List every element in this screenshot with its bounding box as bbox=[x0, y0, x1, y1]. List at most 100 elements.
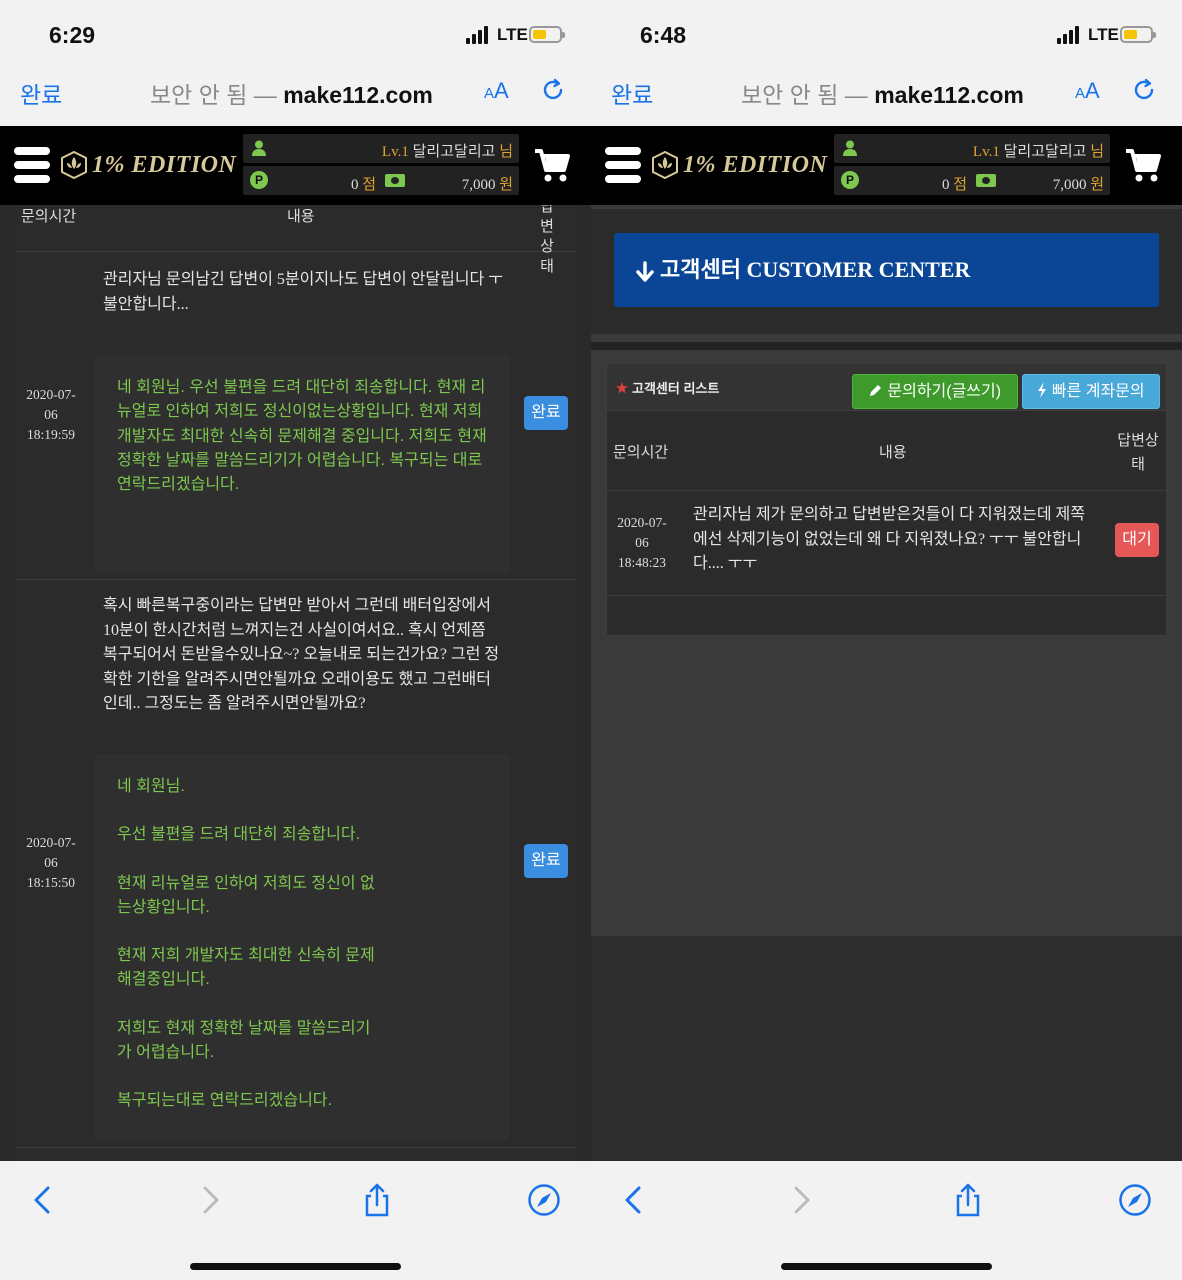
fleur-emblem-icon bbox=[61, 151, 87, 179]
user-level: Lv.1 bbox=[972, 144, 1000, 160]
admin-reply: 네 회원님. 우선 불편을 드려 대단히 죄송합니다. 현재 리뉴얼로 인하여 … bbox=[95, 754, 509, 1140]
menu-icon[interactable] bbox=[605, 147, 641, 183]
user-info-box: Lv.1 달리고달리고 님 P 0 점 7,000 원 bbox=[834, 134, 1110, 198]
write-inquiry-label: 문의하기(글쓰기) bbox=[887, 383, 1002, 400]
fast-account-inquiry-button[interactable]: 빠른 계좌문의 bbox=[1022, 374, 1160, 409]
clock: 6:48 bbox=[640, 22, 687, 48]
back-icon[interactable] bbox=[26, 1183, 60, 1217]
user-info-box: Lv.1 달리고달리고 님 P 0 점 7,000 원 bbox=[243, 134, 519, 198]
panel-header: 고객센터 리스트 문의하기(글쓰기) 빠른 계좌문의 bbox=[607, 364, 1166, 411]
points-value: 0 점 bbox=[942, 177, 968, 193]
back-icon[interactable] bbox=[617, 1183, 651, 1217]
status-bar: 6:29 LTE bbox=[0, 0, 591, 66]
col-status: 답변상태 bbox=[1117, 432, 1159, 473]
network-label: LTE bbox=[497, 25, 528, 44]
site-header: 1% EDITION Lv.1 달리고달리고 님 P 0 점 7,000 원 bbox=[591, 126, 1182, 205]
aa-big: A bbox=[494, 78, 509, 103]
user-level: Lv.1 bbox=[381, 144, 409, 160]
home-indicator bbox=[781, 1263, 992, 1270]
user-icon bbox=[252, 140, 266, 156]
logo-text: 1% EDITION bbox=[92, 151, 237, 178]
url-display[interactable]: 보안 안 됨 — make112.com bbox=[150, 76, 433, 110]
money-value: 7,000 원 bbox=[461, 177, 513, 193]
question-text[interactable]: 관리자님 문의남긴 답변이 5분이지나도 답변이 안달립니다 ㅜ 불안합니다..… bbox=[103, 268, 503, 317]
menu-icon[interactable] bbox=[14, 147, 50, 183]
status-bar: 6:48 LTE bbox=[591, 0, 1182, 66]
user-icon bbox=[843, 140, 857, 156]
inquiry-date: 2020-07- 06 18:15:50 bbox=[26, 835, 76, 890]
user-level-name: Lv.1 달리고달리고 님 bbox=[973, 140, 1104, 161]
write-inquiry-button[interactable]: 문의하기(글쓰기) bbox=[852, 374, 1018, 409]
points-icon: P bbox=[841, 171, 859, 189]
money-value: 7,000 원 bbox=[1052, 177, 1104, 193]
banner-title: 고객센터 CUSTOMER CENTER bbox=[660, 257, 971, 282]
cart-icon[interactable] bbox=[1124, 148, 1162, 184]
panel-title: 고객센터 리스트 bbox=[632, 381, 720, 396]
insecure-label: 보안 안 됨 bbox=[741, 82, 839, 108]
url-display[interactable]: 보안 안 됨 — make112.com bbox=[741, 76, 1024, 110]
reload-icon[interactable] bbox=[540, 77, 566, 103]
fast-inquiry-label: 빠른 계좌문의 bbox=[1051, 383, 1145, 400]
insecure-label: 보안 안 됨 bbox=[150, 82, 248, 108]
aa-big: A bbox=[1085, 78, 1100, 103]
question-text[interactable]: 혹시 빠른복구중이라는 답변만 받아서 그런데 배터입장에서 10분이 한시간처… bbox=[103, 594, 503, 717]
row-divider bbox=[15, 579, 576, 580]
site-header: 1% EDITION Lv.1 달리고달리고 님 P 0 점 7,000 원 bbox=[0, 126, 591, 205]
url-host: make112.com bbox=[283, 82, 433, 108]
done-button[interactable]: 완료 bbox=[611, 76, 653, 110]
inquiry-table-area[interactable]: 문의시간 내용 답변상태 관리자님 문의남긴 답변이 5분이지나도 답변이 안달… bbox=[0, 205, 591, 1161]
share-icon[interactable] bbox=[360, 1183, 394, 1217]
balance-row: P 0 점 7,000 원 bbox=[243, 166, 519, 195]
inquiry-date: 2020-07- 06 18:19:59 bbox=[26, 387, 76, 442]
star-icon bbox=[616, 382, 628, 394]
left-screenshot: 6:29 LTE 완료 보안 안 됨 — make112.com AA 1% E… bbox=[0, 0, 591, 1280]
clock: 6:29 bbox=[49, 22, 96, 48]
inquiry-date: 2020-07- 06 18:48:23 bbox=[617, 515, 667, 570]
site-logo[interactable]: 1% EDITION bbox=[60, 150, 236, 180]
reader-text-size-button[interactable]: AA bbox=[484, 78, 509, 104]
inquiry-list-panel: 고객센터 리스트 문의하기(글쓰기) 빠른 계좌문의 문의시간 내용 답변상태 … bbox=[606, 363, 1167, 636]
user-honorific: 님 bbox=[1090, 144, 1104, 160]
user-honorific: 님 bbox=[499, 144, 513, 160]
compass-icon[interactable] bbox=[1118, 1183, 1152, 1217]
banner-section: 고객센터 CUSTOMER CENTER bbox=[591, 209, 1182, 334]
forward-icon[interactable] bbox=[784, 1183, 818, 1217]
aa-small: A bbox=[1075, 85, 1086, 102]
url-separator: — bbox=[247, 82, 284, 108]
col-status: 답변상태 bbox=[540, 205, 554, 275]
forward-icon[interactable] bbox=[193, 1183, 227, 1217]
user-row: Lv.1 달리고달리고 님 bbox=[834, 134, 1110, 163]
network-label: LTE bbox=[1088, 25, 1119, 44]
user-name: 달리고달리고 bbox=[1003, 144, 1087, 160]
balance-row: P 0 점 7,000 원 bbox=[834, 166, 1110, 195]
url-separator: — bbox=[838, 82, 875, 108]
fleur-emblem-icon bbox=[652, 151, 678, 179]
reader-text-size-button[interactable]: AA bbox=[1075, 78, 1100, 104]
site-logo[interactable]: 1% EDITION bbox=[651, 150, 827, 180]
battery-icon bbox=[1120, 26, 1156, 43]
cart-icon[interactable] bbox=[533, 148, 571, 184]
table-header: 문의시간 내용 답변상태 bbox=[607, 411, 1166, 491]
done-button[interactable]: 완료 bbox=[20, 76, 62, 110]
points-icon: P bbox=[250, 171, 268, 189]
share-icon[interactable] bbox=[951, 1183, 985, 1217]
empty-area bbox=[591, 936, 1182, 1161]
right-screenshot: 6:48 LTE 완료 보안 안 됨 — make112.com AA 1% E… bbox=[591, 0, 1182, 1280]
home-indicator bbox=[190, 1263, 401, 1270]
inquiry-table: 문의시간 내용 답변상태 관리자님 문의남긴 답변이 5분이지나도 답변이 안달… bbox=[15, 205, 576, 1161]
aa-small: A bbox=[484, 85, 495, 102]
table-row[interactable]: 2020-07- 06 18:48:23 관리자님 제가 문의하고 답변받은것들이 … bbox=[607, 492, 1166, 596]
question-text[interactable]: 관리자님 제가 문의하고 답변받은것들이 다 지워졌는데 제쪽에선 삭제기능이 … bbox=[693, 503, 1093, 577]
col-content: 내용 bbox=[879, 444, 907, 461]
browser-address-bar[interactable]: 완료 보안 안 됨 — make112.com AA bbox=[0, 66, 591, 126]
bolt-icon bbox=[1038, 382, 1047, 398]
admin-reply: 네 회원님. 우선 불편을 드려 대단히 죄송합니다. 현재 리뉴얼로 인하여 … bbox=[95, 355, 509, 573]
reload-icon[interactable] bbox=[1131, 77, 1157, 103]
url-host: make112.com bbox=[874, 82, 1024, 108]
cash-icon bbox=[385, 174, 405, 187]
cash-icon bbox=[976, 174, 996, 187]
col-time: 문의시간 bbox=[613, 444, 669, 461]
compass-icon[interactable] bbox=[527, 1183, 561, 1217]
status-badge: 완료 bbox=[524, 844, 568, 878]
browser-address-bar[interactable]: 완료 보안 안 됨 — make112.com AA bbox=[591, 66, 1182, 126]
